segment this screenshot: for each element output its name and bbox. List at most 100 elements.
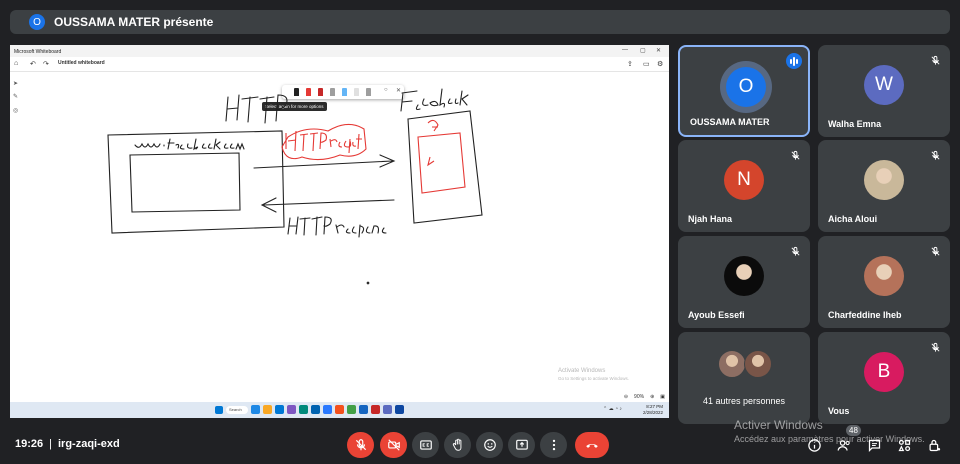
mic-muted-icon xyxy=(928,148,942,162)
avatar xyxy=(718,350,746,378)
participant-tile[interactable]: 41 autres personnes xyxy=(678,332,810,424)
activate-windows-small: Activate Windows Go to Settings to activ… xyxy=(558,368,629,382)
participant-name: Aicha Aloui xyxy=(828,214,878,224)
participant-name: 41 autres personnes xyxy=(702,396,786,406)
taskbar-app-icon xyxy=(323,405,332,414)
activate-small-title: Activate Windows xyxy=(558,368,606,374)
system-tray: ⌃ ☁ ◔ ♪ xyxy=(603,406,622,412)
windows-start-icon xyxy=(215,405,223,414)
avatar xyxy=(744,350,772,378)
group-avatars xyxy=(718,350,778,378)
activities-button[interactable] xyxy=(896,437,912,453)
whiteboard-app: Microsoft Whiteboard — ▢ ✕ ⌂ ↶ ↷ Untitle… xyxy=(10,45,669,402)
taskbar-app-icon xyxy=(371,405,380,414)
mic-muted-icon xyxy=(788,148,802,162)
meeting-info: 19:26 | irg-zaqi-exd xyxy=(15,438,120,450)
avatar xyxy=(724,256,764,296)
raise-hand-button[interactable] xyxy=(444,432,471,458)
participant-tile[interactable]: N Njah Hana xyxy=(678,140,810,232)
participant-tile[interactable]: O OUSSAMA MATER xyxy=(678,45,810,137)
hang-up-icon xyxy=(586,443,598,448)
captions-button[interactable] xyxy=(412,432,439,458)
meeting-code: irg-zaqi-exd xyxy=(58,438,120,450)
present-screen-icon xyxy=(515,439,528,450)
participant-name: OUSSAMA MATER xyxy=(690,117,770,127)
participants-count-badge: 48 xyxy=(846,425,861,436)
leave-call-button[interactable] xyxy=(575,432,609,458)
mic-muted-icon xyxy=(928,340,942,354)
taskbar-icons: Search xyxy=(215,405,404,414)
shapes-icon xyxy=(897,439,910,451)
separator: | xyxy=(49,438,52,450)
participant-name: Walha Emna xyxy=(828,119,882,129)
taskbar-app-icon xyxy=(287,405,296,414)
taskbar-clock: 8:27 PM 2/28/2022 xyxy=(643,404,663,415)
avatar: O xyxy=(726,67,766,107)
red-highlights xyxy=(281,119,466,194)
avatar: N xyxy=(724,160,764,200)
taskbar-app-icon xyxy=(347,405,356,414)
participant-tile[interactable]: B Vous xyxy=(818,332,950,424)
handwriting-sketch xyxy=(107,88,483,285)
avatar: W xyxy=(864,65,904,105)
taskbar-app-icon xyxy=(383,405,392,414)
chat-button[interactable] xyxy=(866,437,882,453)
more-vert-icon xyxy=(552,439,555,451)
presenter-avatar: O xyxy=(29,14,45,30)
whiteboard-drawing xyxy=(107,88,483,285)
participant-tile[interactable]: W Walha Emna xyxy=(818,45,950,137)
taskbar-app-icon xyxy=(275,405,284,414)
avatar: B xyxy=(864,352,904,392)
zoom-controls: ⊖ 90% ⊕ ▣ xyxy=(624,394,665,400)
watermark-title: Activer Windows xyxy=(734,418,823,432)
avatar xyxy=(864,160,904,200)
clock: 19:26 xyxy=(15,438,44,450)
more-options-button[interactable] xyxy=(540,432,567,458)
host-controls-button[interactable] xyxy=(926,437,942,453)
participant-tile[interactable]: Ayoub Essefi xyxy=(678,236,810,328)
windows-taskbar: Search ⌃ ☁ ◔ ♪ 8:27 PM 2/28/2022 xyxy=(10,402,669,418)
participant-tile[interactable]: Aicha Aloui xyxy=(818,140,950,232)
participant-name: Charfeddine Iheb xyxy=(828,310,902,320)
camera-toggle-button[interactable] xyxy=(380,432,407,458)
mic-muted-icon xyxy=(788,244,802,258)
present-button[interactable] xyxy=(508,432,535,458)
reactions-button[interactable] xyxy=(476,432,503,458)
captions-icon xyxy=(419,440,432,450)
emoji-icon xyxy=(483,439,496,451)
meeting-details-button[interactable] xyxy=(806,437,822,453)
speaking-indicator-icon xyxy=(786,53,802,69)
participant-tile[interactable]: Charfeddine Iheb xyxy=(818,236,950,328)
people-icon xyxy=(837,439,850,451)
taskbar-search: Search xyxy=(226,405,248,414)
hand-icon xyxy=(452,438,461,451)
mic-muted-icon xyxy=(928,244,942,258)
zoom-out-icon: ⊖ xyxy=(623,394,629,400)
activate-small-sub: Go to Settings to activate Windows. xyxy=(558,376,630,381)
zoom-level: 90% xyxy=(634,394,645,400)
info-icon xyxy=(807,438,821,452)
fit-screen-icon: ▣ xyxy=(660,394,665,400)
taskbar-app-icon xyxy=(299,405,308,414)
taskbar-app-icon xyxy=(395,405,404,414)
taskbar-time: 8:27 PM xyxy=(646,404,663,409)
participant-name: Njah Hana xyxy=(688,214,733,224)
avatar xyxy=(864,256,904,296)
participant-name: Vous xyxy=(828,406,850,416)
lock-person-icon xyxy=(929,439,940,451)
taskbar-app-icon xyxy=(335,405,344,414)
presenting-label: OUSSAMA MATER présente xyxy=(54,15,214,29)
participant-name: Ayoub Essefi xyxy=(688,310,745,320)
taskbar-date: 2/28/2022 xyxy=(642,409,663,415)
presenting-banner: O OUSSAMA MATER présente xyxy=(10,10,950,34)
chat-icon xyxy=(868,439,880,452)
mic-off-icon xyxy=(355,439,366,451)
camera-off-icon xyxy=(387,439,400,451)
taskbar-app-icon xyxy=(359,405,368,414)
taskbar-app-icon xyxy=(311,405,320,414)
taskbar-app-icon xyxy=(263,405,272,414)
mic-toggle-button[interactable] xyxy=(347,432,374,458)
shared-screen[interactable]: Microsoft Whiteboard — ▢ ✕ ⌂ ↶ ↷ Untitle… xyxy=(10,45,669,418)
people-button[interactable] xyxy=(836,437,852,453)
zoom-in-icon: ⊕ xyxy=(650,394,655,400)
